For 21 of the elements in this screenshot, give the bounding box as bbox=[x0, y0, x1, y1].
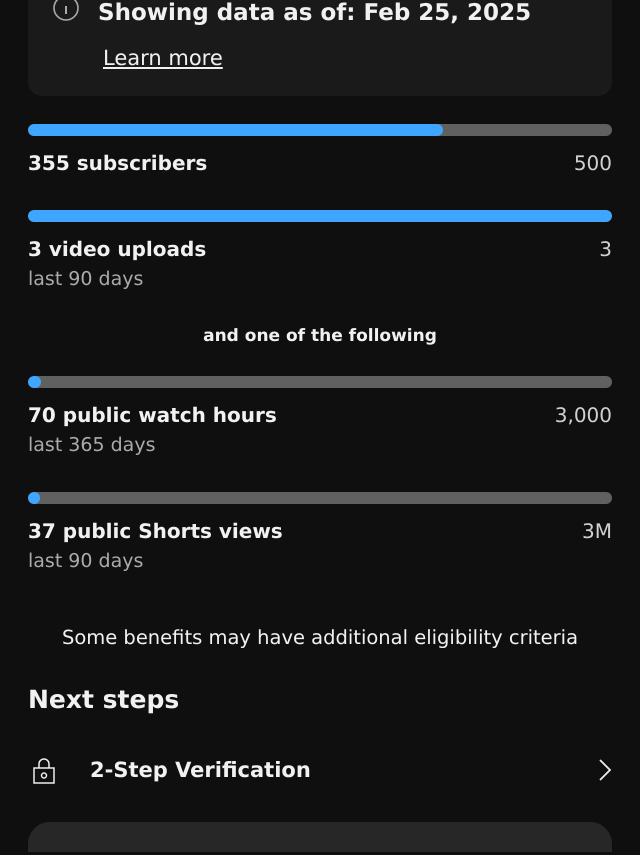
learn-more-link[interactable]: Learn more bbox=[103, 46, 223, 70]
step-row[interactable]: 2-Step Verification bbox=[32, 756, 612, 784]
requirement-label: 37 public Shorts views bbox=[28, 518, 283, 544]
separator-text: and one of the following bbox=[202, 326, 438, 346]
notice-text: Showing data as of: Feb 25, 2025 bbox=[98, 0, 532, 26]
requirement-target: 500 bbox=[574, 150, 612, 176]
period-label: last 90 days bbox=[28, 549, 144, 574]
requirement-label: 3 video uploads bbox=[28, 236, 206, 262]
section-title: Next steps bbox=[28, 685, 180, 714]
period-label: last 365 days bbox=[28, 433, 156, 458]
chevron-right-icon bbox=[598, 758, 612, 782]
requirement-target: 3M bbox=[582, 518, 612, 544]
period-label: last 90 days bbox=[28, 267, 144, 292]
requirement-target: 3,000 bbox=[554, 402, 612, 428]
requirement-label: 70 public watch hours bbox=[28, 402, 277, 428]
step-label: 2-Step Verification bbox=[90, 758, 312, 782]
requirement-label: 355 subscribers bbox=[28, 150, 208, 176]
lock-icon bbox=[32, 756, 56, 784]
disclaimer-text: Some benefits may have additional eligibility criteria bbox=[60, 626, 580, 649]
requirement-target: 3 bbox=[599, 236, 612, 262]
info-icon bbox=[52, 0, 80, 22]
